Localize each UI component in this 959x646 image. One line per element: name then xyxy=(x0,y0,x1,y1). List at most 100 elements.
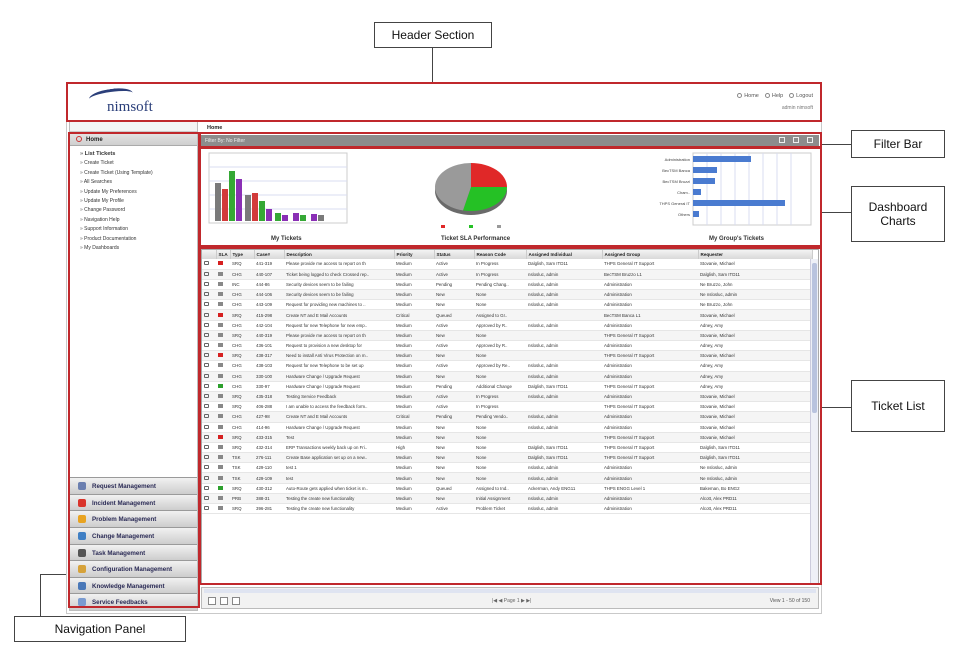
lock-icon[interactable] xyxy=(204,475,209,480)
nav-link[interactable]: Update My Profile xyxy=(80,197,197,206)
nav-home-header[interactable]: Home xyxy=(70,132,197,146)
table-cell[interactable]: 440-107 xyxy=(254,269,284,280)
table-cell[interactable]: 427-98 xyxy=(254,411,284,423)
table-cell[interactable]: 441-319 xyxy=(254,259,284,270)
table-row[interactable]: PRB 388-31 Testing the create new function… xyxy=(202,493,812,505)
breadcrumb[interactable]: Home xyxy=(201,123,819,133)
nav-link[interactable]: Create Ticket xyxy=(80,159,197,168)
lock-icon[interactable] xyxy=(204,404,209,409)
lock-icon[interactable] xyxy=(204,343,209,348)
lock-icon[interactable] xyxy=(204,506,209,511)
table-cell[interactable]: 444-86 xyxy=(254,279,284,291)
nav-link[interactable]: Change Password xyxy=(80,206,197,215)
table-row[interactable]: INC 444-86 Security devices seem to be fai… xyxy=(202,279,812,291)
lock-icon[interactable] xyxy=(204,383,209,388)
column-header[interactable]: SLA xyxy=(216,250,231,259)
settings-icon[interactable] xyxy=(807,137,813,143)
table-cell[interactable]: 388-31 xyxy=(254,493,284,505)
excel-export-icon[interactable] xyxy=(220,597,228,605)
lock-icon[interactable] xyxy=(204,353,209,358)
lock-icon[interactable] xyxy=(204,465,209,470)
table-cell[interactable]: 438-103 xyxy=(254,360,284,372)
table-row[interactable]: CHG 444-106 Security devices seem to be fa… xyxy=(202,289,812,301)
table-cell[interactable]: 429-110 xyxy=(254,462,284,474)
table-row[interactable]: SRQ 396-281 Testing the create new functio… xyxy=(202,503,812,515)
table-row[interactable]: SRQ 430-312 Auto-Route gets applied when t… xyxy=(202,483,812,494)
lock-icon[interactable] xyxy=(204,281,209,286)
column-header[interactable]: Case# xyxy=(254,250,285,259)
table-row[interactable]: TSK 429-110 test 1 Medium New None nslosluc, a… xyxy=(202,462,812,474)
table-cell[interactable]: 436-101 xyxy=(254,340,284,352)
lock-icon[interactable] xyxy=(204,485,209,490)
lock-icon[interactable] xyxy=(204,455,209,460)
column-header[interactable]: Assigned Individual xyxy=(526,250,603,259)
module-incident-management[interactable]: Incident Management xyxy=(70,493,197,511)
module-request-management[interactable]: Request Management xyxy=(70,477,197,494)
help-link[interactable]: Help xyxy=(764,93,783,99)
vertical-scrollbar[interactable] xyxy=(810,259,818,584)
table-cell[interactable]: 444-106 xyxy=(254,289,284,301)
table-row[interactable]: CHG 330-97 Hardware Change / Upgrade Reque… xyxy=(202,381,812,392)
lock-icon[interactable] xyxy=(204,495,209,500)
table-cell[interactable]: 396-281 xyxy=(254,503,284,515)
table-cell[interactable]: 429-109 xyxy=(254,472,284,484)
module-problem-management[interactable]: Problem Management xyxy=(70,510,197,528)
column-header[interactable]: Requester xyxy=(698,250,813,259)
refresh-icon[interactable] xyxy=(793,137,799,143)
nav-link[interactable]: List Tickets xyxy=(80,150,197,159)
table-row[interactable]: CHG 436-101 Request to provision a new des… xyxy=(202,340,812,352)
lock-icon[interactable] xyxy=(204,444,209,449)
nav-link[interactable]: Navigation Help xyxy=(80,216,197,225)
nav-link[interactable]: All Searches xyxy=(80,178,197,187)
lock-icon[interactable] xyxy=(204,292,209,297)
lock-icon[interactable] xyxy=(204,373,209,378)
pdf-export-icon[interactable] xyxy=(232,597,240,605)
module-configuration-management[interactable]: Configuration Management xyxy=(70,560,197,577)
scrollbar-thumb[interactable] xyxy=(812,263,817,413)
table-row[interactable]: SRQ 433-315 Test Medium New None THPS General … xyxy=(202,432,812,443)
table-row[interactable]: SRQ 441-319 Please provide me access to re… xyxy=(202,259,812,270)
home-link[interactable]: Home xyxy=(737,93,759,99)
column-header[interactable]: Reason Code xyxy=(474,250,527,259)
nav-link[interactable]: Create Ticket (Using Template) xyxy=(80,169,197,178)
table-row[interactable]: CHG 427-98 Create NT and E Mail Accounts Cr… xyxy=(202,411,812,423)
table-row[interactable]: CHG 440-107 Ticket being logged to check C… xyxy=(202,269,812,280)
column-header[interactable]: Description xyxy=(284,250,395,259)
lock-icon[interactable] xyxy=(204,312,209,317)
table-row[interactable]: SRQ 432-314 ERP Transactions weekly back u… xyxy=(202,442,812,454)
nimsoft-logo[interactable]: nimsoft xyxy=(88,86,179,117)
group-tickets-chart[interactable] xyxy=(692,152,812,226)
table-row[interactable]: SRQ 440-319 Please provide me access to re… xyxy=(202,330,812,342)
lock-icon[interactable] xyxy=(204,332,209,337)
table-cell[interactable]: 330-97 xyxy=(254,381,284,392)
module-service-feedbacks[interactable]: Service Feedbacks xyxy=(70,593,197,610)
refresh-icon[interactable] xyxy=(208,597,216,605)
horizontal-scrollbar[interactable] xyxy=(204,589,816,593)
table-cell[interactable]: 440-319 xyxy=(254,330,284,342)
table-row[interactable]: CHG 414-96 Hardware Change / Upgrade Reque… xyxy=(202,422,812,433)
table-cell[interactable]: 406-288 xyxy=(254,401,284,413)
lock-icon[interactable] xyxy=(204,363,209,368)
sla-pie-chart[interactable] xyxy=(434,163,507,215)
table-cell[interactable]: 430-312 xyxy=(254,483,284,494)
table-row[interactable]: CHG 442-104 Request for new Telephone for … xyxy=(202,320,812,331)
table-cell[interactable]: 276-111 xyxy=(254,452,284,464)
nav-link[interactable]: Support Information xyxy=(80,225,197,234)
table-cell[interactable]: 330-100 xyxy=(254,371,284,382)
lock-icon[interactable] xyxy=(204,302,209,307)
column-header[interactable] xyxy=(202,250,217,259)
nav-search-input[interactable] xyxy=(70,122,197,132)
table-row[interactable]: SRQ 406-288 I am unable to access the feed… xyxy=(202,401,812,413)
module-task-management[interactable]: Task Management xyxy=(70,543,197,561)
pager-navigation[interactable]: |◀ ◀ Page 1 ▶ ▶| xyxy=(492,598,531,604)
table-row[interactable]: TSK 276-111 Create Base application set up… xyxy=(202,452,812,464)
lock-icon[interactable] xyxy=(204,424,209,429)
logout-link[interactable]: Logout xyxy=(789,93,813,99)
lock-icon[interactable] xyxy=(204,414,209,419)
table-cell[interactable]: 433-315 xyxy=(254,432,284,443)
table-cell[interactable]: 415-298 xyxy=(254,309,284,321)
table-row[interactable]: CHG 330-100 Hardware Change / Upgrade Requ… xyxy=(202,371,812,382)
table-cell[interactable]: 438-317 xyxy=(254,350,284,362)
table-row[interactable]: TSK 429-109 test Medium New None nslosluc, adm… xyxy=(202,472,812,484)
nav-link[interactable]: Product Documentation xyxy=(80,235,197,244)
